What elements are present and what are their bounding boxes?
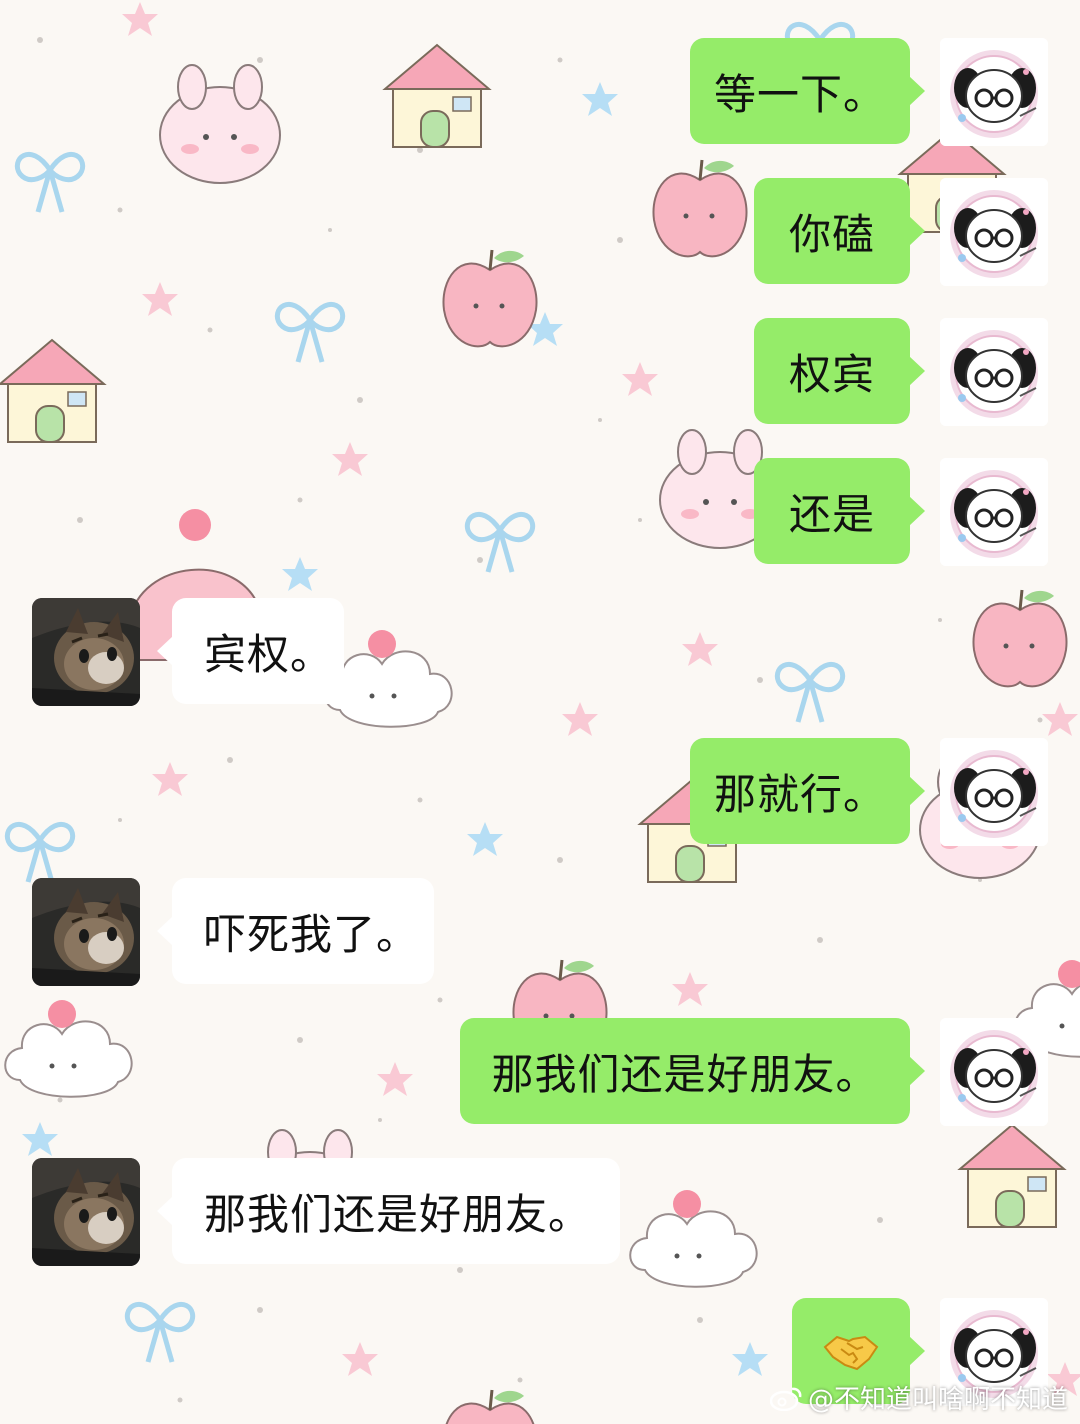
message-row-7: 吓死我了。 — [0, 878, 1080, 986]
message-bubble-received[interactable]: 那我们还是好朋友。 — [157, 1158, 620, 1264]
watermark: @不知道叫啥啊不知道 — [769, 1379, 1068, 1416]
contact-avatar[interactable] — [32, 1158, 140, 1266]
message-row-1: 等一下。 — [0, 38, 1080, 146]
message-bubble-sent[interactable]: 那我们还是好朋友。 — [460, 1018, 925, 1124]
message-bubble-sent[interactable]: 你磕 — [754, 178, 925, 284]
my-avatar[interactable] — [940, 1018, 1048, 1126]
message-text: 等一下。 — [714, 69, 887, 119]
message-text: 权宾 — [788, 349, 875, 399]
contact-avatar[interactable] — [32, 598, 140, 706]
message-row-9: 那我们还是好朋友。 — [0, 1158, 1080, 1266]
contact-avatar[interactable] — [32, 878, 140, 986]
weibo-icon — [769, 1387, 802, 1411]
message-bubble-received[interactable]: 吓死我了。 — [157, 878, 434, 984]
my-avatar[interactable] — [940, 318, 1048, 426]
message-row-6: 那就行。 — [0, 738, 1080, 846]
message-row-2: 你磕 — [0, 178, 1080, 286]
message-text: 还是 — [788, 489, 875, 539]
message-text: 那我们还是好朋友。 — [204, 1189, 592, 1239]
my-avatar[interactable] — [940, 738, 1048, 846]
message-bubble-sent[interactable]: 等一下。 — [690, 38, 925, 144]
message-bubble-sent[interactable]: 那就行。 — [690, 738, 925, 844]
message-bubble-sent[interactable]: 权宾 — [754, 318, 925, 424]
handshake-emoji — [823, 1335, 879, 1371]
message-text: 宾权。 — [204, 629, 334, 679]
my-avatar[interactable] — [940, 458, 1048, 566]
message-row-5: 宾权。 — [0, 598, 1080, 706]
message-row-4: 还是 — [0, 458, 1080, 566]
my-avatar[interactable] — [940, 178, 1048, 286]
watermark-text: @不知道叫啥啊不知道 — [807, 1385, 1068, 1415]
message-text: 吓死我了。 — [204, 909, 420, 959]
message-text: 那我们还是好朋友。 — [491, 1049, 879, 1099]
my-avatar[interactable] — [940, 38, 1048, 146]
message-bubble-sent[interactable]: 还是 — [754, 458, 925, 564]
message-bubble-received[interactable]: 宾权。 — [157, 598, 344, 704]
message-row-8: 那我们还是好朋友。 — [0, 1018, 1080, 1126]
message-text: 你磕 — [788, 209, 875, 259]
message-text: 那就行。 — [714, 769, 887, 819]
message-row-3: 权宾 — [0, 318, 1080, 426]
